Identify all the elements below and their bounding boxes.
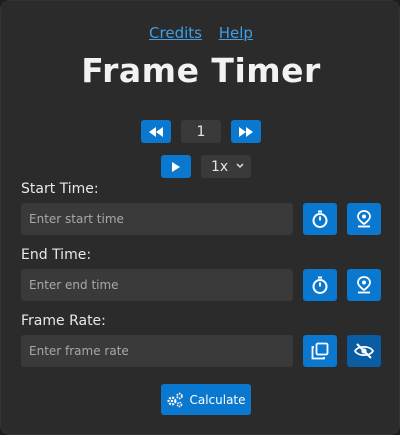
frame-rate-copy-button[interactable] [303,335,337,367]
frame-number-field[interactable]: 1 [181,120,221,143]
location-pin-icon [357,276,371,294]
playback-speed-select[interactable]: 1x [201,155,251,178]
frame-rate-input[interactable] [21,335,293,367]
copy-icon [311,342,329,360]
play-icon [172,161,180,172]
end-time-marker-button[interactable] [347,269,381,301]
gears-icon [167,392,184,407]
frame-timer-panel: Credits Help Frame Timer 1 1x Start Time… [0,0,400,435]
start-time-stopwatch-button[interactable] [303,203,337,235]
start-time-marker-button[interactable] [347,203,381,235]
rewind-icon [149,126,163,137]
end-time-input[interactable] [21,269,293,301]
calculate-label: Calculate [189,392,246,407]
eye-off-icon [354,343,374,359]
next-frame-button[interactable] [231,120,261,143]
frame-rate-visibility-button[interactable] [347,335,381,367]
end-time-label: End Time: [21,247,92,263]
help-link[interactable]: Help [219,24,253,42]
header-links: Credits Help [1,24,400,42]
previous-frame-button[interactable] [141,120,171,143]
stopwatch-icon [312,276,328,294]
chevron-down-icon [236,163,244,169]
calculate-button[interactable]: Calculate [161,384,251,415]
page-title: Frame Timer [81,51,321,90]
start-time-input[interactable] [21,203,293,235]
stopwatch-icon [312,210,328,228]
playback-speed-value: 1x [211,158,229,175]
credits-link[interactable]: Credits [149,24,202,42]
location-pin-icon [357,210,371,228]
play-button[interactable] [161,155,191,178]
frame-rate-label: Frame Rate: [21,313,106,329]
start-time-label: Start Time: [21,181,99,197]
end-time-stopwatch-button[interactable] [303,269,337,301]
fast-forward-icon [239,126,253,137]
